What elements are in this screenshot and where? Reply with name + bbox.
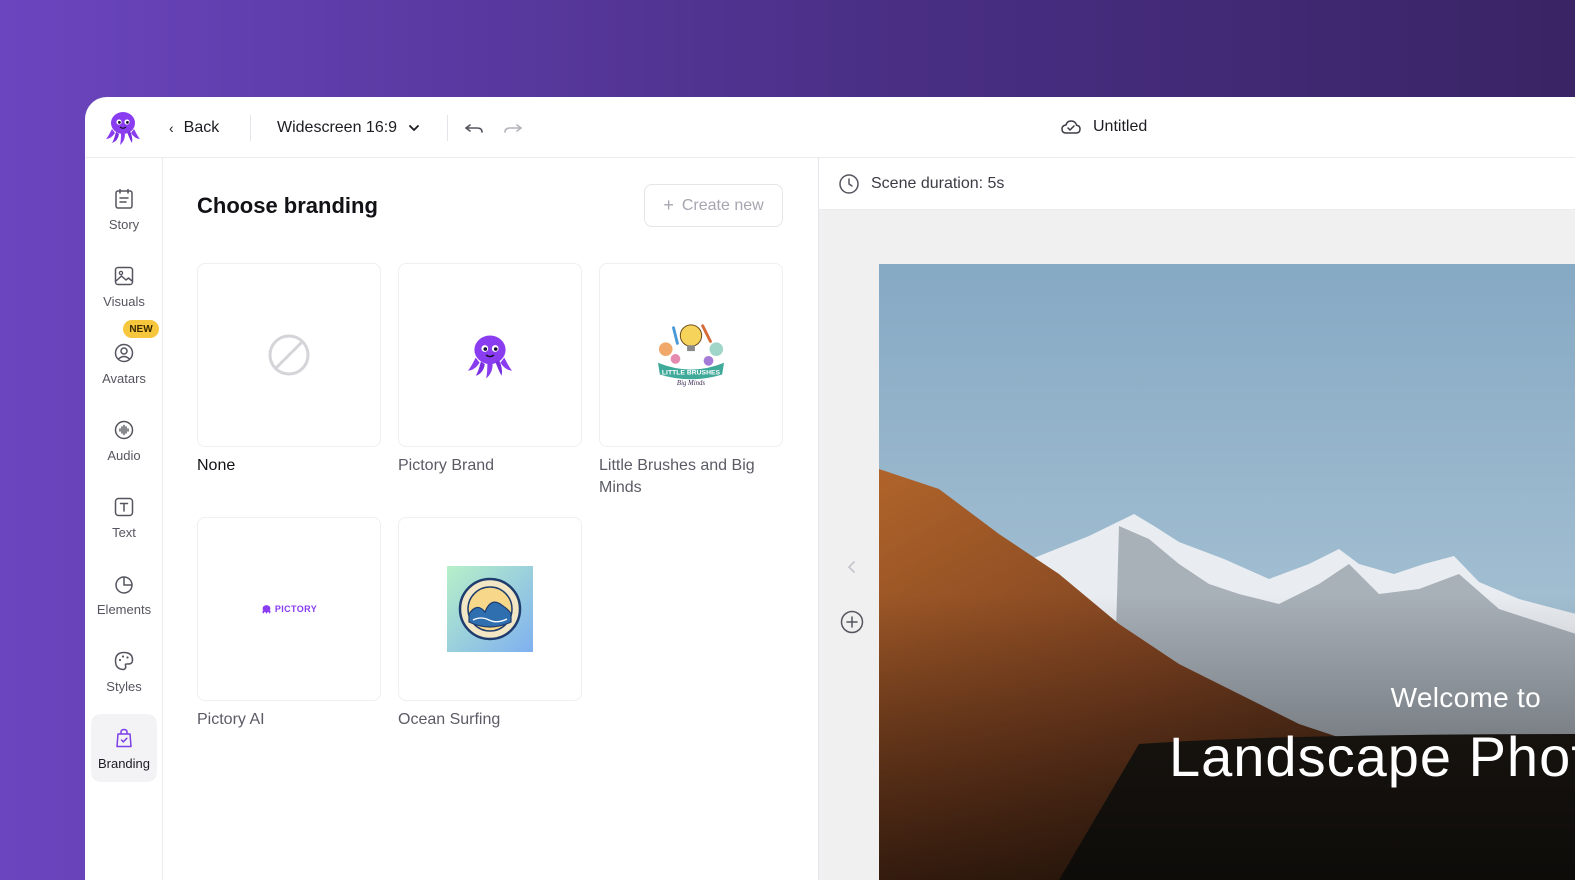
sidebar-item-avatars[interactable]: Avatars: [91, 329, 157, 397]
audio-icon: [114, 420, 134, 439]
brand-card-label: None: [197, 457, 236, 474]
project-title-text: Untitled: [1093, 118, 1148, 135]
sidebar-item-text[interactable]: Text: [91, 483, 157, 551]
back-label: Back: [183, 119, 220, 136]
sidebar-item-branding[interactable]: Branding: [91, 714, 157, 782]
palette-icon: [114, 651, 134, 670]
sidebar-item-visuals[interactable]: Visuals: [91, 252, 157, 320]
panel-title: Choose branding: [197, 193, 378, 218]
create-new-button[interactable]: + Create new: [644, 184, 783, 227]
scene-subtitle[interactable]: Welcome to: [1391, 682, 1541, 714]
brand-card-none[interactable]: [197, 263, 381, 447]
logo-text: Big Minds: [677, 380, 705, 387]
ocean-surfing-logo: [447, 566, 533, 652]
text-icon: [114, 497, 134, 516]
chevron-left-icon[interactable]: [843, 558, 861, 576]
sidebar-item-label: Avatars: [102, 370, 146, 386]
chevron-left-icon: ‹: [169, 120, 174, 136]
top-bar: ‹ Back Widescreen 16:9 Untitled: [85, 97, 1575, 158]
create-new-label: Create new: [681, 196, 764, 214]
cloud-icon: [1061, 120, 1081, 134]
sidebar-item-elements[interactable]: Elements: [91, 560, 157, 628]
divider: [447, 115, 448, 141]
sidebar-item-label: Visuals: [103, 293, 145, 309]
none-icon: [268, 334, 310, 376]
elements-icon: [115, 575, 133, 594]
brand-card-pictory-ai[interactable]: PICTORY: [197, 517, 381, 701]
branding-panel: Choose branding + Create new None Pictor…: [164, 158, 817, 880]
pictory-wordmark: PICTORY: [261, 604, 317, 615]
sidebar: Story Visuals Avatars NEW Audio Text Ele…: [85, 158, 163, 880]
octopus-logo: [467, 335, 513, 379]
brand-card-label: Pictory AI: [197, 711, 265, 728]
octopus-logo: [262, 604, 271, 614]
pictory-wordmark-text: PICTORY: [274, 604, 318, 614]
scene-canvas[interactable]: Welcome to Landscape Phot: [879, 264, 1575, 880]
scene-preview: Scene duration: 5s Welcome to Landscape …: [818, 158, 1575, 880]
avatar-icon: [114, 343, 134, 362]
sidebar-item-label: Text: [112, 524, 136, 540]
image-icon: [114, 266, 134, 285]
redo-icon[interactable]: [501, 116, 525, 140]
brand-card-pictory-brand[interactable]: [398, 263, 582, 447]
undo-icon[interactable]: [462, 116, 486, 140]
sidebar-item-label: Branding: [97, 755, 151, 771]
sidebar-item-label: Elements: [96, 601, 152, 617]
scene-duration-bar[interactable]: Scene duration: 5s: [819, 158, 1575, 210]
aspect-ratio-dropdown[interactable]: Widescreen 16:9: [277, 115, 421, 141]
chevron-down-icon: [409, 125, 419, 132]
sidebar-item-styles[interactable]: Styles: [91, 637, 157, 705]
octopus-logo[interactable]: [103, 107, 143, 147]
plus-icon: +: [663, 195, 674, 215]
clock-icon: [839, 173, 859, 194]
app-window: ‹ Back Widescreen 16:9 Untitled Story Vi…: [85, 97, 1575, 880]
sidebar-item-story[interactable]: Story: [91, 175, 157, 243]
add-scene-icon[interactable]: [839, 609, 865, 635]
brand-card-label: Little Brushes and Big Minds: [599, 457, 755, 496]
sidebar-item-label: Audio: [107, 447, 141, 463]
scene-duration-text: Scene duration: 5s: [871, 174, 1005, 192]
back-button[interactable]: ‹ Back: [169, 115, 219, 141]
sidebar-item-label: Styles: [106, 678, 142, 694]
brand-card-ocean-surfing[interactable]: [398, 517, 582, 701]
new-badge: NEW: [123, 320, 159, 338]
project-title[interactable]: Untitled: [1059, 114, 1147, 140]
branding-icon: [116, 728, 132, 747]
story-icon: [115, 188, 133, 209]
little-brushes-logo: LITTLE BRUSHES Big Minds: [657, 324, 725, 387]
aspect-ratio-label: Widescreen 16:9: [277, 119, 398, 136]
brand-card-little-brushes[interactable]: LITTLE BRUSHES Big Minds: [599, 263, 783, 447]
sidebar-item-audio[interactable]: Audio: [91, 406, 157, 474]
divider: [250, 115, 251, 141]
brand-card-label: Ocean Surfing: [398, 711, 501, 728]
scene-headline[interactable]: Landscape Phot: [1169, 724, 1575, 789]
sidebar-item-label: Story: [108, 216, 140, 232]
brand-card-label: Pictory Brand: [398, 457, 495, 474]
logo-text: LITTLE BRUSHES: [662, 369, 721, 376]
